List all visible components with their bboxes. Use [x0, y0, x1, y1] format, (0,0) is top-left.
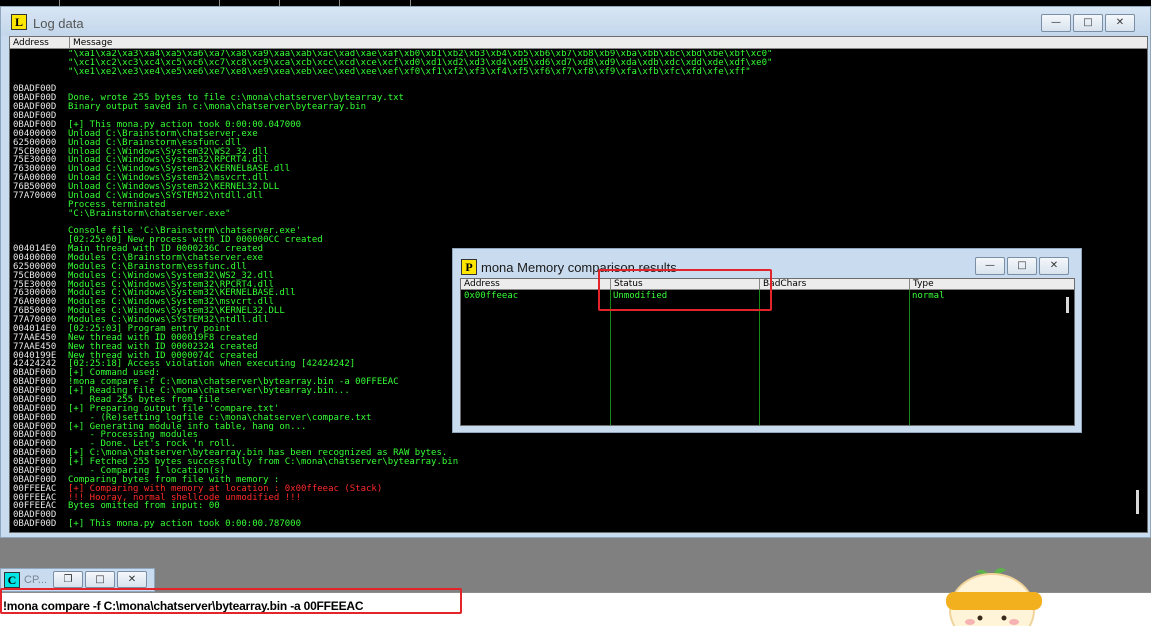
- log-line-message: Bytes omitted from input: 00: [68, 501, 220, 512]
- mona-app-icon: P: [461, 259, 477, 275]
- minimize-icon[interactable]: —: [1041, 14, 1071, 32]
- log-app-icon: L: [11, 14, 27, 30]
- column-divider: [909, 290, 910, 425]
- log-line-address: 77A70000: [13, 190, 57, 201]
- message-column-header[interactable]: Message: [69, 37, 112, 49]
- maximize-icon[interactable]: □: [85, 571, 115, 588]
- maximize-icon[interactable]: □: [1073, 14, 1103, 32]
- log-line[interactable]: [10, 77, 1128, 86]
- log-line-message: "\xe1\xe2\xe3\xe4\xe5\xe6\xe7\xe8\xe9\xe…: [68, 66, 751, 77]
- cpu-app-icon: C: [4, 572, 20, 588]
- row-address-cell: 0x00ffeeac: [464, 291, 519, 301]
- mona-scrollbar[interactable]: [1061, 291, 1074, 425]
- log-column-header: Address Message: [10, 37, 1147, 49]
- cpu-window-controls: ❐ □ ✕: [53, 571, 147, 588]
- status-annotation-box: [598, 269, 772, 311]
- maximize-icon[interactable]: □: [1007, 257, 1037, 275]
- address-column-header[interactable]: Address: [13, 37, 49, 49]
- log-line-message: Binary output saved in c:\mona\chatserve…: [68, 102, 367, 113]
- mona-window-controls: — □ ✕: [975, 257, 1069, 275]
- type-column-header[interactable]: Type: [909, 279, 934, 290]
- restore-icon[interactable]: ❐: [53, 571, 83, 588]
- log-line-address: 0BADF00D: [13, 519, 57, 530]
- log-line-message: "C:\Brainstorm\chatserver.exe": [68, 208, 231, 219]
- address-column-header[interactable]: Address: [461, 279, 500, 290]
- row-type-cell: normal: [912, 291, 945, 301]
- log-window-title: Log data: [33, 16, 84, 31]
- close-icon[interactable]: ✕: [1105, 14, 1135, 32]
- close-icon[interactable]: ✕: [1039, 257, 1069, 275]
- log-line[interactable]: "\xe1\xe2\xe3\xe4\xe5\xe6\xe7\xe8\xe9\xe…: [10, 66, 1128, 77]
- log-window-controls: — □ ✕: [1041, 14, 1135, 32]
- log-scrollbar[interactable]: [1128, 50, 1147, 532]
- log-line-message: [+] This mona.py action took 0:00:00.787…: [68, 519, 301, 530]
- log-scrollbar-thumb[interactable]: [1136, 490, 1139, 514]
- cpu-window-title: CP...: [24, 574, 48, 586]
- log-line[interactable]: 00FFEEAC Bytes omitted from input: 00: [10, 502, 1128, 511]
- log-line[interactable]: "C:\Brainstorm\chatserver.exe": [10, 208, 1128, 219]
- command-annotation-box: [0, 588, 462, 614]
- minimize-icon[interactable]: —: [975, 257, 1005, 275]
- log-line[interactable]: 77A70000 Unload C:\Windows\SYSTEM32\ntdll…: [10, 190, 1128, 201]
- log-line[interactable]: 0BADF00D [+] This mona.py action took 0:0…: [10, 520, 1128, 529]
- log-window-titlebar[interactable]: L Log data — □ ✕: [1, 7, 1150, 36]
- mona-scrollbar-thumb[interactable]: [1066, 297, 1069, 313]
- close-icon[interactable]: ✕: [117, 571, 147, 588]
- log-line[interactable]: 0BADF00D Binary output saved in c:\mona\c…: [10, 103, 1128, 112]
- mascot-watermark: [946, 568, 1042, 626]
